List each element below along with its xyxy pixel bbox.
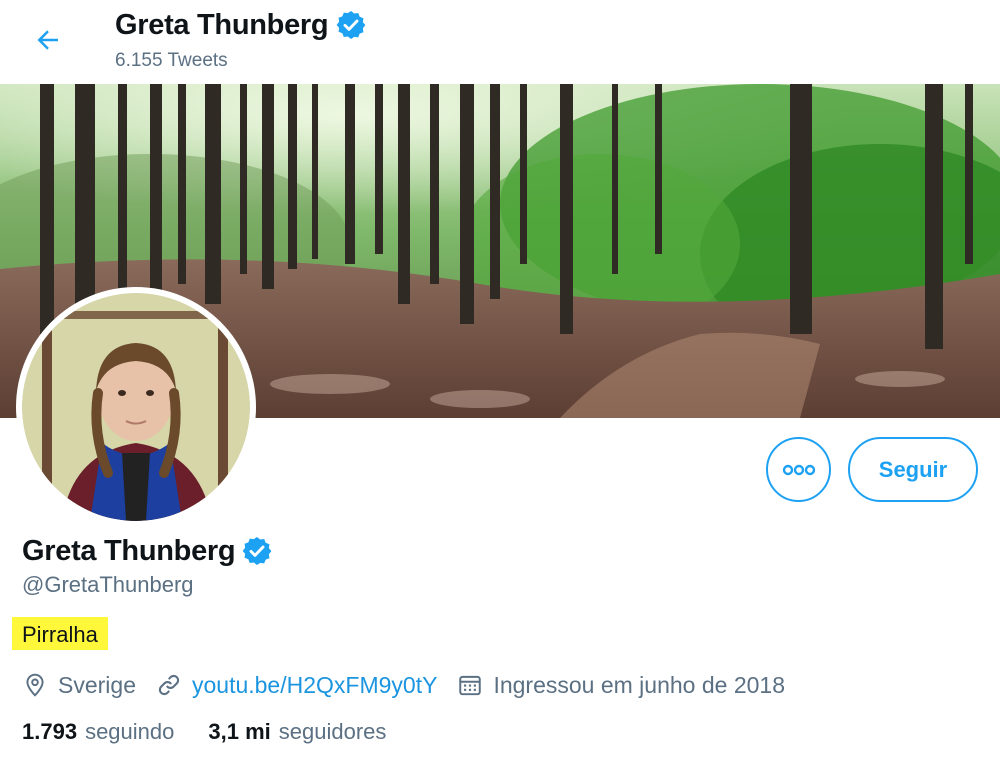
followers-link[interactable]: 3,1 mi seguidores xyxy=(208,719,386,745)
location-pin-icon xyxy=(26,673,44,697)
profile-joined: Ingressou em junho de 2018 xyxy=(457,672,785,699)
website-link[interactable]: youtu.be/H2QxFM9y0tY xyxy=(192,672,437,699)
profile-location: Sverige xyxy=(22,672,136,699)
location-text: Sverige xyxy=(58,671,136,698)
profile-website: youtu.be/H2QxFM9y0tY xyxy=(156,672,437,699)
tweet-count: 6.155 Tweets xyxy=(115,50,228,71)
profile-meta: Sverige youtu.be/H2QxFM9y0tY Ingressou e… xyxy=(22,668,805,702)
following-link[interactable]: 1.793 seguindo xyxy=(22,719,174,745)
profile-name-row: Greta Thunberg xyxy=(22,532,273,570)
back-arrow-icon xyxy=(37,30,58,50)
joined-text: Ingressou em junho de 2018 xyxy=(493,671,785,698)
follow-button[interactable]: Seguir xyxy=(848,437,978,502)
profile-name: Greta Thunberg xyxy=(22,535,236,567)
header-title: Greta Thunberg xyxy=(115,6,367,44)
profile-stats: 1.793 seguindo 3,1 mi seguidores xyxy=(22,716,420,748)
following-label: seguindo xyxy=(85,719,175,744)
profile-bio: Pirralha xyxy=(12,617,108,650)
more-dots-icon xyxy=(782,464,815,475)
calendar-icon xyxy=(459,675,482,696)
link-icon xyxy=(158,674,180,696)
profile-avatar[interactable] xyxy=(16,287,256,527)
profile-header-bar: Greta Thunberg 6.155 Tweets xyxy=(0,0,1000,84)
header-name: Greta Thunberg xyxy=(115,9,329,41)
verified-badge-icon xyxy=(335,9,367,41)
followers-label: seguidores xyxy=(278,719,387,744)
back-button[interactable] xyxy=(26,18,70,62)
profile-handle: @GretaThunberg xyxy=(22,572,194,597)
more-options-button[interactable] xyxy=(766,437,831,502)
followers-count: 3,1 mi xyxy=(208,719,271,744)
verified-badge-icon xyxy=(241,535,273,567)
avatar-photo xyxy=(22,293,250,521)
following-count: 1.793 xyxy=(22,719,78,744)
